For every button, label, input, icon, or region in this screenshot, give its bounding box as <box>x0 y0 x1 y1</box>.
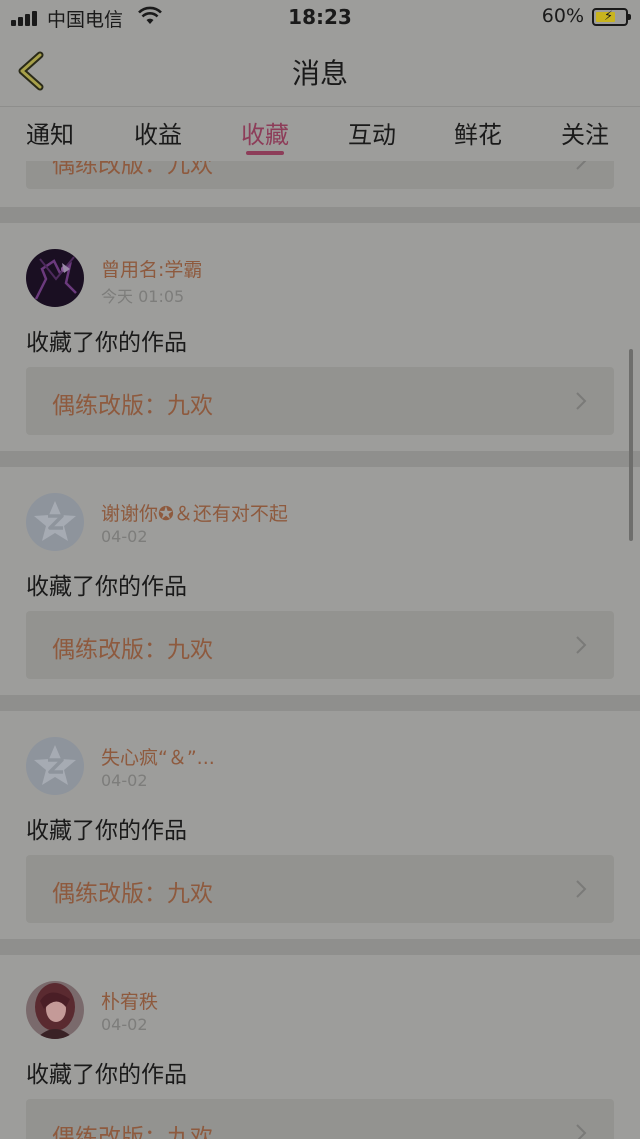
action-text: 收藏了你的作品 <box>26 818 187 844</box>
list-item: 朴宥秩 04-02 收藏了你的作品 偶练改版：九欢 <box>0 955 640 1139</box>
chevron-right-icon <box>576 880 587 898</box>
nav-bar: 消息 <box>0 36 640 107</box>
action-text: 收藏了你的作品 <box>26 1062 187 1088</box>
active-tab-indicator <box>246 151 284 155</box>
list-item: 失心疯“＆”... 04-02 收藏了你的作品 偶练改版：九欢 <box>0 711 640 939</box>
work-link[interactable]: 偶练改版：九欢 <box>26 1099 614 1139</box>
chevron-right-icon <box>576 636 587 654</box>
avatar[interactable] <box>26 493 84 551</box>
list-item: 曾用名:学霸 今天 01:05 收藏了你的作品 偶练改版：九欢 <box>0 223 640 451</box>
avatar[interactable] <box>26 981 84 1039</box>
timestamp: 04-02 <box>101 771 148 790</box>
tab-favorites[interactable]: 收藏 <box>241 115 289 150</box>
list-item: 偶练改版：九欢 <box>0 161 640 207</box>
work-link[interactable]: 偶练改版：九欢 <box>26 611 614 679</box>
avatar[interactable] <box>26 737 84 795</box>
notification-list[interactable]: 偶练改版：九欢 曾用名:学霸 今天 01:05 收藏了你的作品 偶练改版：九欢 <box>0 161 640 1139</box>
username[interactable]: 朴宥秩 <box>101 987 158 1014</box>
work-title: 偶练改版：九欢 <box>52 393 213 419</box>
tab-interactions[interactable]: 互动 <box>348 115 396 150</box>
work-title: 偶练改版：九欢 <box>52 1125 213 1139</box>
battery-charging-icon: ⚡ <box>592 8 631 26</box>
work-title: 偶练改版：九欢 <box>52 881 213 907</box>
battery-percent: 60% <box>541 5 584 27</box>
chevron-right-icon <box>576 161 587 170</box>
timestamp: 04-02 <box>101 527 148 546</box>
username[interactable]: 谢谢你✪＆还有对不起 <box>101 499 288 526</box>
scroll-indicator[interactable] <box>629 349 633 541</box>
action-text: 收藏了你的作品 <box>26 574 187 600</box>
tab-follows[interactable]: 关注 <box>561 115 609 150</box>
tab-earnings[interactable]: 收益 <box>134 115 182 150</box>
status-bar: 中国电信 18:23 60% ⚡ <box>0 0 640 36</box>
work-link[interactable]: 偶练改版：九欢 <box>26 161 614 189</box>
tab-notifications[interactable]: 通知 <box>26 115 74 150</box>
timestamp: 04-02 <box>101 1015 148 1034</box>
tab-flowers[interactable]: 鲜花 <box>454 115 502 150</box>
list-item: 谢谢你✪＆还有对不起 04-02 收藏了你的作品 偶练改版：九欢 <box>0 467 640 695</box>
page-title: 消息 <box>291 57 348 90</box>
timestamp: 今天 01:05 <box>101 287 185 306</box>
chevron-right-icon <box>576 1124 587 1139</box>
avatar[interactable] <box>26 249 84 307</box>
work-link[interactable]: 偶练改版：九欢 <box>26 855 614 923</box>
username[interactable]: 曾用名:学霸 <box>101 255 202 282</box>
action-text: 收藏了你的作品 <box>26 330 187 356</box>
work-title: 偶练改版：九欢 <box>52 161 213 178</box>
chevron-right-icon <box>576 392 587 410</box>
tab-bar: 通知 收益 收藏 互动 鲜花 关注 <box>0 107 640 161</box>
work-title: 偶练改版：九欢 <box>52 637 213 663</box>
work-link[interactable]: 偶练改版：九欢 <box>26 367 614 435</box>
username[interactable]: 失心疯“＆”... <box>101 743 215 770</box>
